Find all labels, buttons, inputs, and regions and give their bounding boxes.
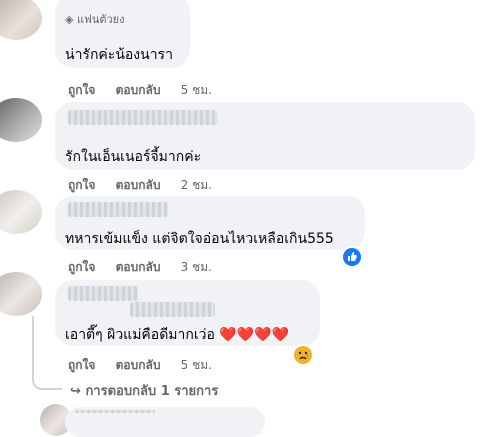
view-replies-link[interactable]: ↪ การตอบกลับ 1 รายการ xyxy=(70,380,218,401)
reply-button[interactable]: ตอบกลับ xyxy=(116,260,161,274)
timestamp[interactable]: 5 ชม. xyxy=(181,83,212,97)
diamond-icon: ◈ xyxy=(65,13,74,26)
timestamp[interactable]: 3 ชม. xyxy=(181,260,212,274)
reply-arrow-icon: ↪ xyxy=(70,384,81,399)
comment-actions: ถูกใจ ตอบกลับ 5 ชม. xyxy=(68,356,228,375)
comment-actions: ถูกใจ ตอบกลับ 3 ชม. xyxy=(68,258,228,277)
like-button[interactable]: ถูกใจ xyxy=(68,83,95,97)
avatar[interactable] xyxy=(0,0,42,40)
comment-actions: ถูกใจ ตอบกลับ 2 ชม. xyxy=(68,176,228,195)
avatar[interactable] xyxy=(0,98,42,142)
sad-face-icon xyxy=(298,351,309,360)
like-button[interactable]: ถูกใจ xyxy=(68,178,95,192)
commenter-name[interactable] xyxy=(68,202,168,217)
comment-text: ทหารเข้มแข็ง แต่จิตใจอ่อนไหวเหลือเกิน555 xyxy=(65,231,334,247)
sad-icon[interactable] xyxy=(292,344,314,366)
commenter-name[interactable] xyxy=(68,110,218,125)
like-button[interactable]: ถูกใจ xyxy=(68,260,95,274)
avatar[interactable] xyxy=(0,272,42,316)
commenter-name[interactable] xyxy=(68,286,138,301)
comment-text: เอาตี๊ๆ ผิวแม่คือดีมากเว่อ ❤️❤️❤️❤️ xyxy=(65,327,290,343)
like-icon[interactable] xyxy=(341,246,363,268)
comment-actions: ถูกใจ ตอบกลับ 5 ชม. xyxy=(68,81,228,100)
like-button[interactable]: ถูกใจ xyxy=(68,358,95,372)
thumbs-up-icon xyxy=(348,252,357,261)
reply-button[interactable]: ตอบกลับ xyxy=(116,358,161,372)
timestamp[interactable]: 5 ชม. xyxy=(181,358,212,372)
reply-button[interactable]: ตอบกลับ xyxy=(116,178,161,192)
thread-connector xyxy=(32,316,62,390)
timestamp[interactable]: 2 ชม. xyxy=(181,178,212,192)
commenter-name-extra xyxy=(130,302,215,317)
avatar[interactable] xyxy=(0,190,42,234)
comment-text: รักในเอ็นเนอร์จี้มากค่ะ xyxy=(65,149,202,165)
comment-text: น่ารักค่ะน้องนารา xyxy=(65,47,173,63)
reply-button[interactable]: ตอบกลับ xyxy=(116,83,161,97)
top-fan-badge: ◈ แฟนตัวยง xyxy=(65,13,125,26)
